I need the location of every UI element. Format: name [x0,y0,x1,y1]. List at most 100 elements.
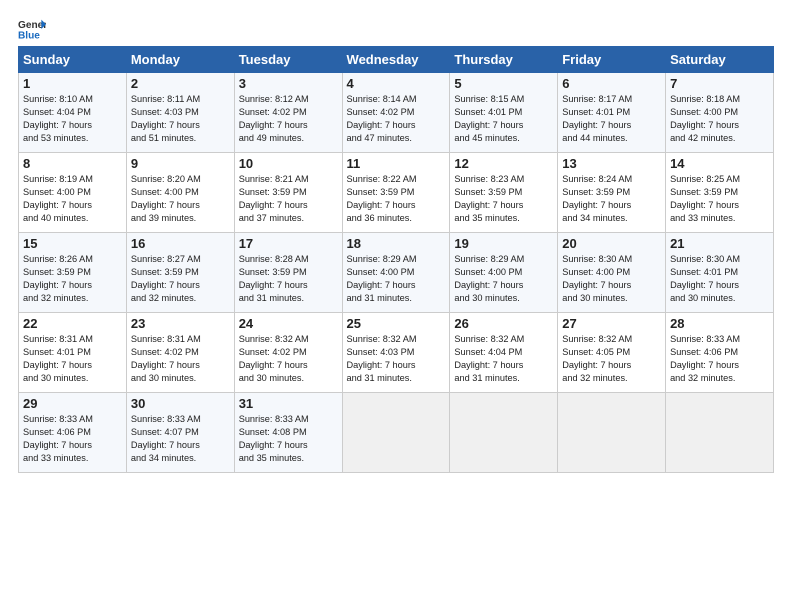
cell-content: Sunrise: 8:32 AMSunset: 4:02 PMDaylight:… [239,333,338,385]
col-header-tuesday: Tuesday [234,47,342,73]
day-number: 26 [454,316,553,331]
cell-content: Sunrise: 8:11 AMSunset: 4:03 PMDaylight:… [131,93,230,145]
cell-content: Sunrise: 8:23 AMSunset: 3:59 PMDaylight:… [454,173,553,225]
day-cell: 17Sunrise: 8:28 AMSunset: 3:59 PMDayligh… [234,233,342,313]
cell-content: Sunrise: 8:12 AMSunset: 4:02 PMDaylight:… [239,93,338,145]
day-number: 16 [131,236,230,251]
cell-content: Sunrise: 8:27 AMSunset: 3:59 PMDaylight:… [131,253,230,305]
cell-content: Sunrise: 8:25 AMSunset: 3:59 PMDaylight:… [670,173,769,225]
day-number: 7 [670,76,769,91]
day-number: 19 [454,236,553,251]
day-cell: 12 Sunrise: 8:23 AMSunset: 3:59 PMDayligh… [450,153,558,233]
calendar-table: SundayMondayTuesdayWednesdayThursdayFrid… [18,46,774,473]
col-header-saturday: Saturday [666,47,774,73]
day-cell: 6Sunrise: 8:17 AMSunset: 4:01 PMDaylight… [558,73,666,153]
day-number: 24 [239,316,338,331]
day-number: 6 [562,76,661,91]
day-number: 15 [23,236,122,251]
cell-content: Sunrise: 8:26 AMSunset: 3:59 PMDaylight:… [23,253,122,305]
cell-content: Sunrise: 8:31 AMSunset: 4:01 PMDaylight:… [23,333,122,385]
week-row-1: 1 Sunrise: 8:10 AMSunset: 4:04 PMDaylight… [19,73,774,153]
page-container: General Blue SundayMondayTuesdayWednesda… [0,0,792,483]
header-row: SundayMondayTuesdayWednesdayThursdayFrid… [19,47,774,73]
cell-content: Sunrise: 8:20 AMSunset: 4:00 PMDaylight:… [131,173,230,225]
day-number: 20 [562,236,661,251]
week-row-3: 15 Sunrise: 8:26 AMSunset: 3:59 PMDayligh… [19,233,774,313]
cell-content: Sunrise: 8:30 AMSunset: 4:00 PMDaylight:… [562,253,661,305]
col-header-monday: Monday [126,47,234,73]
day-number: 4 [347,76,446,91]
day-number: 22 [23,316,122,331]
day-cell: 25 Sunrise: 8:32 AMSunset: 4:03 PMDayligh… [342,313,450,393]
day-number: 27 [562,316,661,331]
week-row-2: 8Sunrise: 8:19 AMSunset: 4:00 PMDaylight… [19,153,774,233]
day-cell: 21Sunrise: 8:30 AMSunset: 4:01 PMDayligh… [666,233,774,313]
week-row-4: 22 Sunrise: 8:31 AMSunset: 4:01 PMDayligh… [19,313,774,393]
cell-content: Sunrise: 8:19 AMSunset: 4:00 PMDaylight:… [23,173,122,225]
day-cell: 8Sunrise: 8:19 AMSunset: 4:00 PMDaylight… [19,153,127,233]
day-cell: 30Sunrise: 8:33 AMSunset: 4:07 PMDayligh… [126,393,234,473]
day-cell: 2 Sunrise: 8:11 AMSunset: 4:03 PMDaylight… [126,73,234,153]
day-cell: 1 Sunrise: 8:10 AMSunset: 4:04 PMDaylight… [19,73,127,153]
day-number: 25 [347,316,446,331]
day-cell: 7 Sunrise: 8:18 AMSunset: 4:00 PMDaylight… [666,73,774,153]
day-number: 28 [670,316,769,331]
day-number: 12 [454,156,553,171]
day-cell: 28 Sunrise: 8:33 AMSunset: 4:06 PMDayligh… [666,313,774,393]
day-number: 9 [131,156,230,171]
day-cell: 19 Sunrise: 8:29 AMSunset: 4:00 PMDayligh… [450,233,558,313]
cell-content: Sunrise: 8:18 AMSunset: 4:00 PMDaylight:… [670,93,769,145]
day-number: 2 [131,76,230,91]
col-header-wednesday: Wednesday [342,47,450,73]
cell-content: Sunrise: 8:29 AMSunset: 4:00 PMDaylight:… [454,253,553,305]
day-number: 31 [239,396,338,411]
logo-icon: General Blue [18,18,46,40]
day-cell [558,393,666,473]
cell-content: Sunrise: 8:30 AMSunset: 4:01 PMDaylight:… [670,253,769,305]
col-header-thursday: Thursday [450,47,558,73]
day-number: 17 [239,236,338,251]
day-number: 30 [131,396,230,411]
cell-content: Sunrise: 8:32 AMSunset: 4:03 PMDaylight:… [347,333,446,385]
day-cell: 4 Sunrise: 8:14 AMSunset: 4:02 PMDaylight… [342,73,450,153]
cell-content: Sunrise: 8:15 AMSunset: 4:01 PMDaylight:… [454,93,553,145]
day-cell: 10Sunrise: 8:21 AMSunset: 3:59 PMDayligh… [234,153,342,233]
day-cell: 18 Sunrise: 8:29 AMSunset: 4:00 PMDayligh… [342,233,450,313]
cell-content: Sunrise: 8:10 AMSunset: 4:04 PMDaylight:… [23,93,122,145]
day-number: 3 [239,76,338,91]
cell-content: Sunrise: 8:32 AMSunset: 4:04 PMDaylight:… [454,333,553,385]
day-cell [666,393,774,473]
day-cell: 26 Sunrise: 8:32 AMSunset: 4:04 PMDayligh… [450,313,558,393]
day-cell: 23 Sunrise: 8:31 AMSunset: 4:02 PMDayligh… [126,313,234,393]
day-cell: 22 Sunrise: 8:31 AMSunset: 4:01 PMDayligh… [19,313,127,393]
day-cell: 3 Sunrise: 8:12 AMSunset: 4:02 PMDaylight… [234,73,342,153]
cell-content: Sunrise: 8:33 AMSunset: 4:06 PMDaylight:… [670,333,769,385]
day-cell: 20 Sunrise: 8:30 AMSunset: 4:00 PMDayligh… [558,233,666,313]
day-cell: 15 Sunrise: 8:26 AMSunset: 3:59 PMDayligh… [19,233,127,313]
day-number: 13 [562,156,661,171]
day-cell: 16 Sunrise: 8:27 AMSunset: 3:59 PMDayligh… [126,233,234,313]
col-header-friday: Friday [558,47,666,73]
cell-content: Sunrise: 8:31 AMSunset: 4:02 PMDaylight:… [131,333,230,385]
day-cell: 31 Sunrise: 8:33 AMSunset: 4:08 PMDayligh… [234,393,342,473]
day-cell: 13 Sunrise: 8:24 AMSunset: 3:59 PMDayligh… [558,153,666,233]
day-number: 11 [347,156,446,171]
cell-content: Sunrise: 8:33 AMSunset: 4:08 PMDaylight:… [239,413,338,465]
day-number: 1 [23,76,122,91]
svg-text:Blue: Blue [18,30,40,40]
day-cell: 14Sunrise: 8:25 AMSunset: 3:59 PMDayligh… [666,153,774,233]
day-cell: 9 Sunrise: 8:20 AMSunset: 4:00 PMDaylight… [126,153,234,233]
day-cell [342,393,450,473]
day-cell: 29Sunrise: 8:33 AMSunset: 4:06 PMDayligh… [19,393,127,473]
col-header-sunday: Sunday [19,47,127,73]
day-number: 23 [131,316,230,331]
cell-content: Sunrise: 8:14 AMSunset: 4:02 PMDaylight:… [347,93,446,145]
cell-content: Sunrise: 8:32 AMSunset: 4:05 PMDaylight:… [562,333,661,385]
cell-content: Sunrise: 8:22 AMSunset: 3:59 PMDaylight:… [347,173,446,225]
day-number: 5 [454,76,553,91]
day-cell: 24 Sunrise: 8:32 AMSunset: 4:02 PMDayligh… [234,313,342,393]
cell-content: Sunrise: 8:29 AMSunset: 4:00 PMDaylight:… [347,253,446,305]
day-number: 29 [23,396,122,411]
day-number: 18 [347,236,446,251]
cell-content: Sunrise: 8:24 AMSunset: 3:59 PMDaylight:… [562,173,661,225]
